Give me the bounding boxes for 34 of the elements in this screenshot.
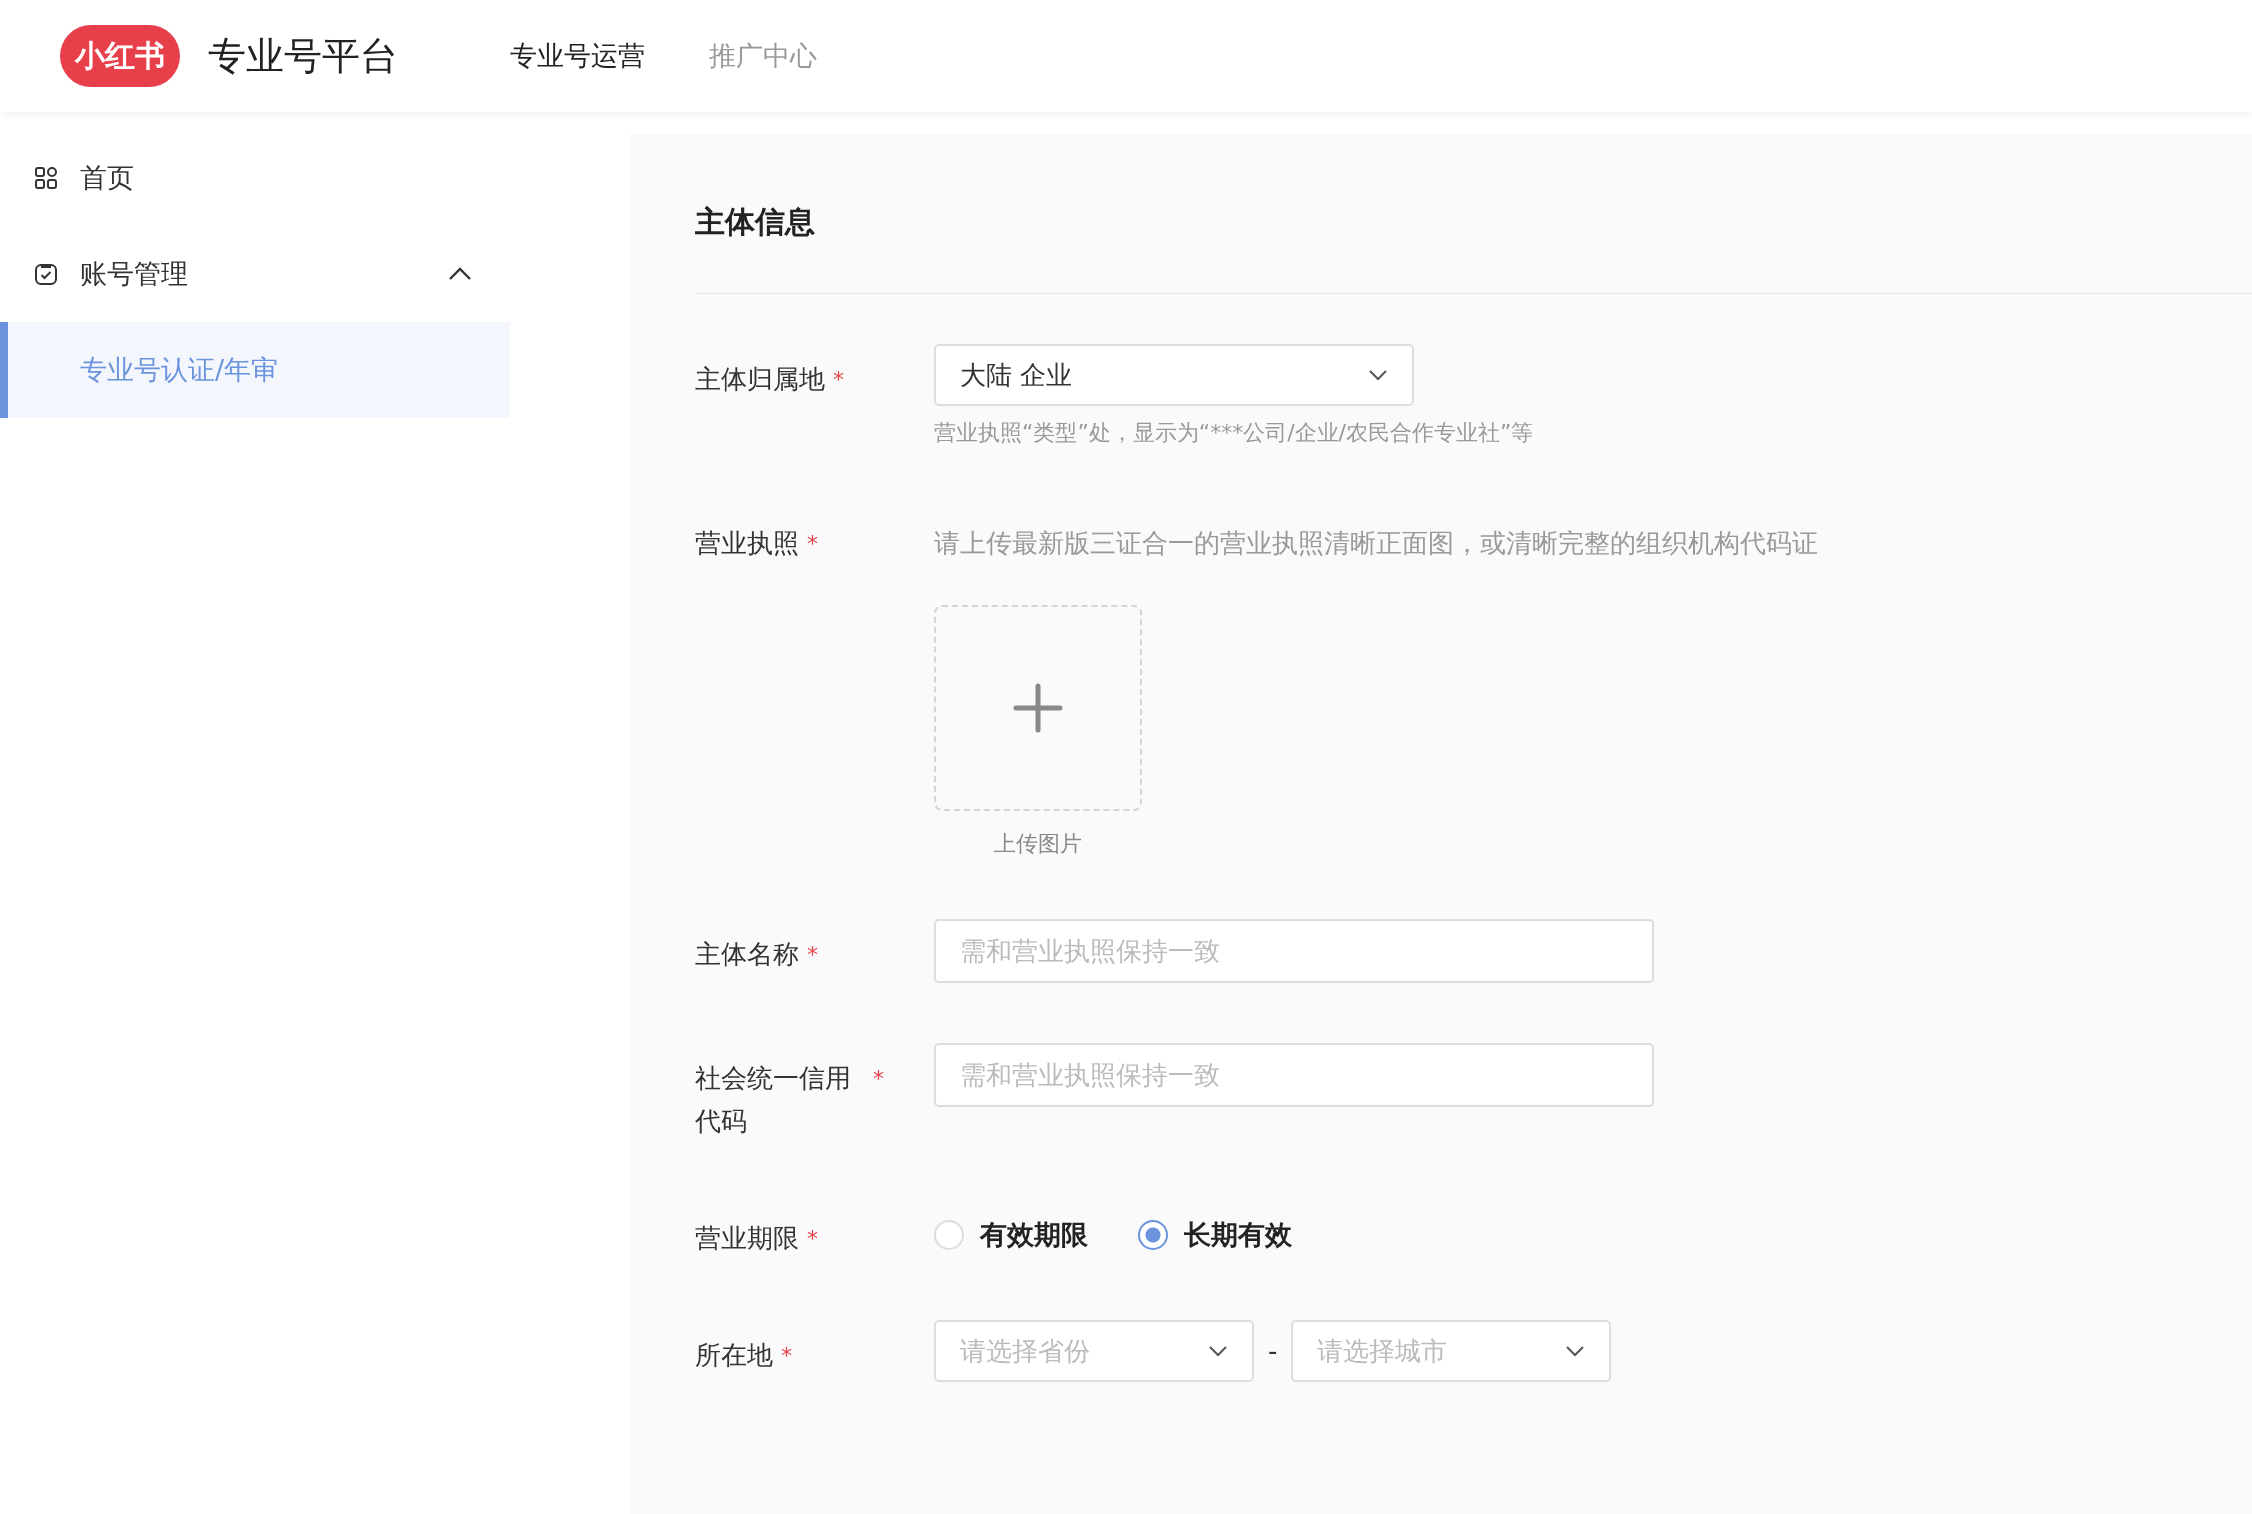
plus-icon xyxy=(1013,683,1063,733)
platform-title: 专业号平台 xyxy=(208,32,398,80)
upload-description: 请上传最新版三证合一的营业执照清晰正面图，或清晰完整的组织机构代码证 xyxy=(934,527,1818,560)
field-label: 社会统一信用代码 xyxy=(695,1062,852,1138)
logo-badge[interactable]: 小红书 xyxy=(60,25,180,87)
field-label: 营业期限 xyxy=(695,1222,799,1255)
checklist-icon xyxy=(34,262,58,286)
required-mark: * xyxy=(833,366,844,394)
nav-tab[interactable]: 专业号运营 xyxy=(510,38,645,74)
section-title: 主体信息 xyxy=(695,203,816,241)
required-mark: * xyxy=(781,1342,792,1370)
radio-option[interactable]: 长期有效 xyxy=(1138,1217,1292,1253)
sidebar-item[interactable]: 账号管理 xyxy=(0,226,510,322)
upload-label: 上传图片 xyxy=(993,830,1083,858)
sidebar-item[interactable]: 首页 xyxy=(0,130,510,226)
text-input[interactable]: 需和营业执照保持一致 xyxy=(934,1043,1654,1107)
field-label: 主体名称 xyxy=(695,938,799,971)
required-mark: * xyxy=(807,941,818,969)
text-input[interactable]: 需和营业执照保持一致 xyxy=(934,919,1654,983)
field-label: 所在地 xyxy=(695,1339,773,1372)
chevron-down-icon xyxy=(1208,1345,1228,1357)
separator-dash: - xyxy=(1268,1336,1278,1366)
required-mark: * xyxy=(807,530,818,558)
field-label: 主体归属地 xyxy=(695,363,825,396)
upload-box[interactable] xyxy=(934,605,1142,811)
chevron-down-icon xyxy=(1368,369,1388,381)
hint-text: 营业执照“类型”处，显示为“***公司/企业/农民合作专业社”等 xyxy=(934,419,1534,447)
field-label: 营业执照 xyxy=(695,527,799,560)
required-mark: * xyxy=(807,1225,818,1253)
required-mark: * xyxy=(873,1065,884,1093)
chevron-down-icon xyxy=(1565,1345,1586,1357)
grid-icon xyxy=(34,166,58,190)
radio-option[interactable]: 有效期限 xyxy=(934,1217,1088,1253)
select-field[interactable]: 大陆 企业 xyxy=(934,344,1414,406)
